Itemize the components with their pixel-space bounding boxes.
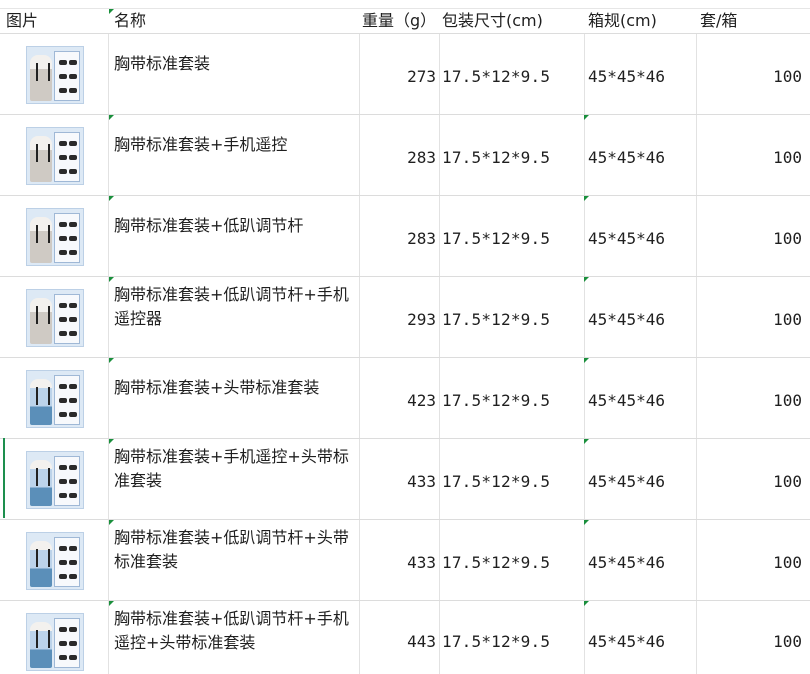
header-picture[interactable]: 图片 [6,9,38,33]
comment-marker [109,9,114,14]
table-row[interactable]: 胸带标准套装+手机遥控 283 17.5*12*9.5 45*45*46 100 [0,115,810,195]
box-spec-cell[interactable]: 45*45*46 [588,389,692,413]
product-name[interactable]: 胸带标准套装+低趴调节杆+头带标准套装 [114,526,354,574]
weight-cell[interactable]: 443 [356,630,436,654]
package-size-cell[interactable]: 17.5*12*9.5 [442,470,582,494]
table-row[interactable]: 胸带标准套装+低趴调节杆+手机遥控器 293 17.5*12*9.5 45*45… [0,277,810,357]
product-photo-icon[interactable] [26,370,84,428]
sets-per-box-cell[interactable]: 100 [700,227,802,251]
package-size-cell[interactable]: 17.5*12*9.5 [442,146,582,170]
box-spec-cell[interactable]: 45*45*46 [588,65,692,89]
box-spec-cell[interactable]: 45*45*46 [588,551,692,575]
box-spec-cell[interactable]: 45*45*46 [588,227,692,251]
table-row[interactable]: 胸带标准套装+低趴调节杆+手机遥控+头带标准套装 443 17.5*12*9.5… [0,601,810,674]
box-spec-cell[interactable]: 45*45*46 [588,630,692,654]
sets-per-box-cell[interactable]: 100 [700,630,802,654]
sets-per-box-cell[interactable]: 100 [700,308,802,332]
sets-per-box-cell[interactable]: 100 [700,389,802,413]
product-photo-icon[interactable] [26,613,84,671]
header-box-spec[interactable]: 箱规(cm) [588,9,657,33]
header-weight[interactable]: 重量（g） [362,9,436,33]
weight-cell[interactable]: 283 [356,227,436,251]
package-size-cell[interactable]: 17.5*12*9.5 [442,308,582,332]
package-size-cell[interactable]: 17.5*12*9.5 [442,389,582,413]
product-photo-icon[interactable] [26,46,84,104]
header-package-size[interactable]: 包装尺寸(cm) [442,9,543,33]
sets-per-box-cell[interactable]: 100 [700,551,802,575]
product-photo-icon[interactable] [26,451,84,509]
weight-cell[interactable]: 283 [356,146,436,170]
product-name[interactable]: 胸带标准套装+低趴调节杆 [114,214,354,238]
package-size-cell[interactable]: 17.5*12*9.5 [442,65,582,89]
weight-cell[interactable]: 293 [356,308,436,332]
sets-per-box-cell[interactable]: 100 [700,470,802,494]
product-photo-icon[interactable] [26,208,84,266]
sets-per-box-cell[interactable]: 100 [700,65,802,89]
product-name[interactable]: 胸带标准套装+手机遥控 [114,133,354,157]
package-size-cell[interactable]: 17.5*12*9.5 [442,227,582,251]
box-spec-cell[interactable]: 45*45*46 [588,308,692,332]
table-row[interactable]: 胸带标准套装+手机遥控+头带标准套装 433 17.5*12*9.5 45*45… [0,439,810,519]
table-row[interactable]: 胸带标准套装+低趴调节杆+头带标准套装 433 17.5*12*9.5 45*4… [0,520,810,600]
weight-cell[interactable]: 433 [356,470,436,494]
table-row[interactable]: 胸带标准套装+低趴调节杆 283 17.5*12*9.5 45*45*46 10… [0,196,810,276]
table-row[interactable]: 胸带标准套装 273 17.5*12*9.5 45*45*46 100 [0,34,810,114]
sets-per-box-cell[interactable]: 100 [700,146,802,170]
product-name[interactable]: 胸带标准套装+低趴调节杆+手机遥控+头带标准套装 [114,607,354,655]
header-name[interactable]: 名称 [114,9,146,33]
weight-cell[interactable]: 433 [356,551,436,575]
weight-cell[interactable]: 423 [356,389,436,413]
product-photo-icon[interactable] [26,289,84,347]
product-name[interactable]: 胸带标准套装 [114,52,354,76]
product-name[interactable]: 胸带标准套装+手机遥控+头带标准套装 [114,445,354,493]
header-sets-per-box[interactable]: 套/箱 [700,9,737,33]
weight-cell[interactable]: 273 [356,65,436,89]
package-size-cell[interactable]: 17.5*12*9.5 [442,630,582,654]
spreadsheet-grid: 图片 名称 重量（g） 包装尺寸(cm) 箱规(cm) 套/箱 胸带标准套装 2… [0,0,810,674]
box-spec-cell[interactable]: 45*45*46 [588,470,692,494]
product-photo-icon[interactable] [26,127,84,185]
product-photo-icon[interactable] [26,532,84,590]
table-row[interactable]: 胸带标准套装+头带标准套装 423 17.5*12*9.5 45*45*46 1… [0,358,810,438]
package-size-cell[interactable]: 17.5*12*9.5 [442,551,582,575]
box-spec-cell[interactable]: 45*45*46 [588,146,692,170]
product-name[interactable]: 胸带标准套装+低趴调节杆+手机遥控器 [114,283,354,331]
product-name[interactable]: 胸带标准套装+头带标准套装 [114,376,354,400]
